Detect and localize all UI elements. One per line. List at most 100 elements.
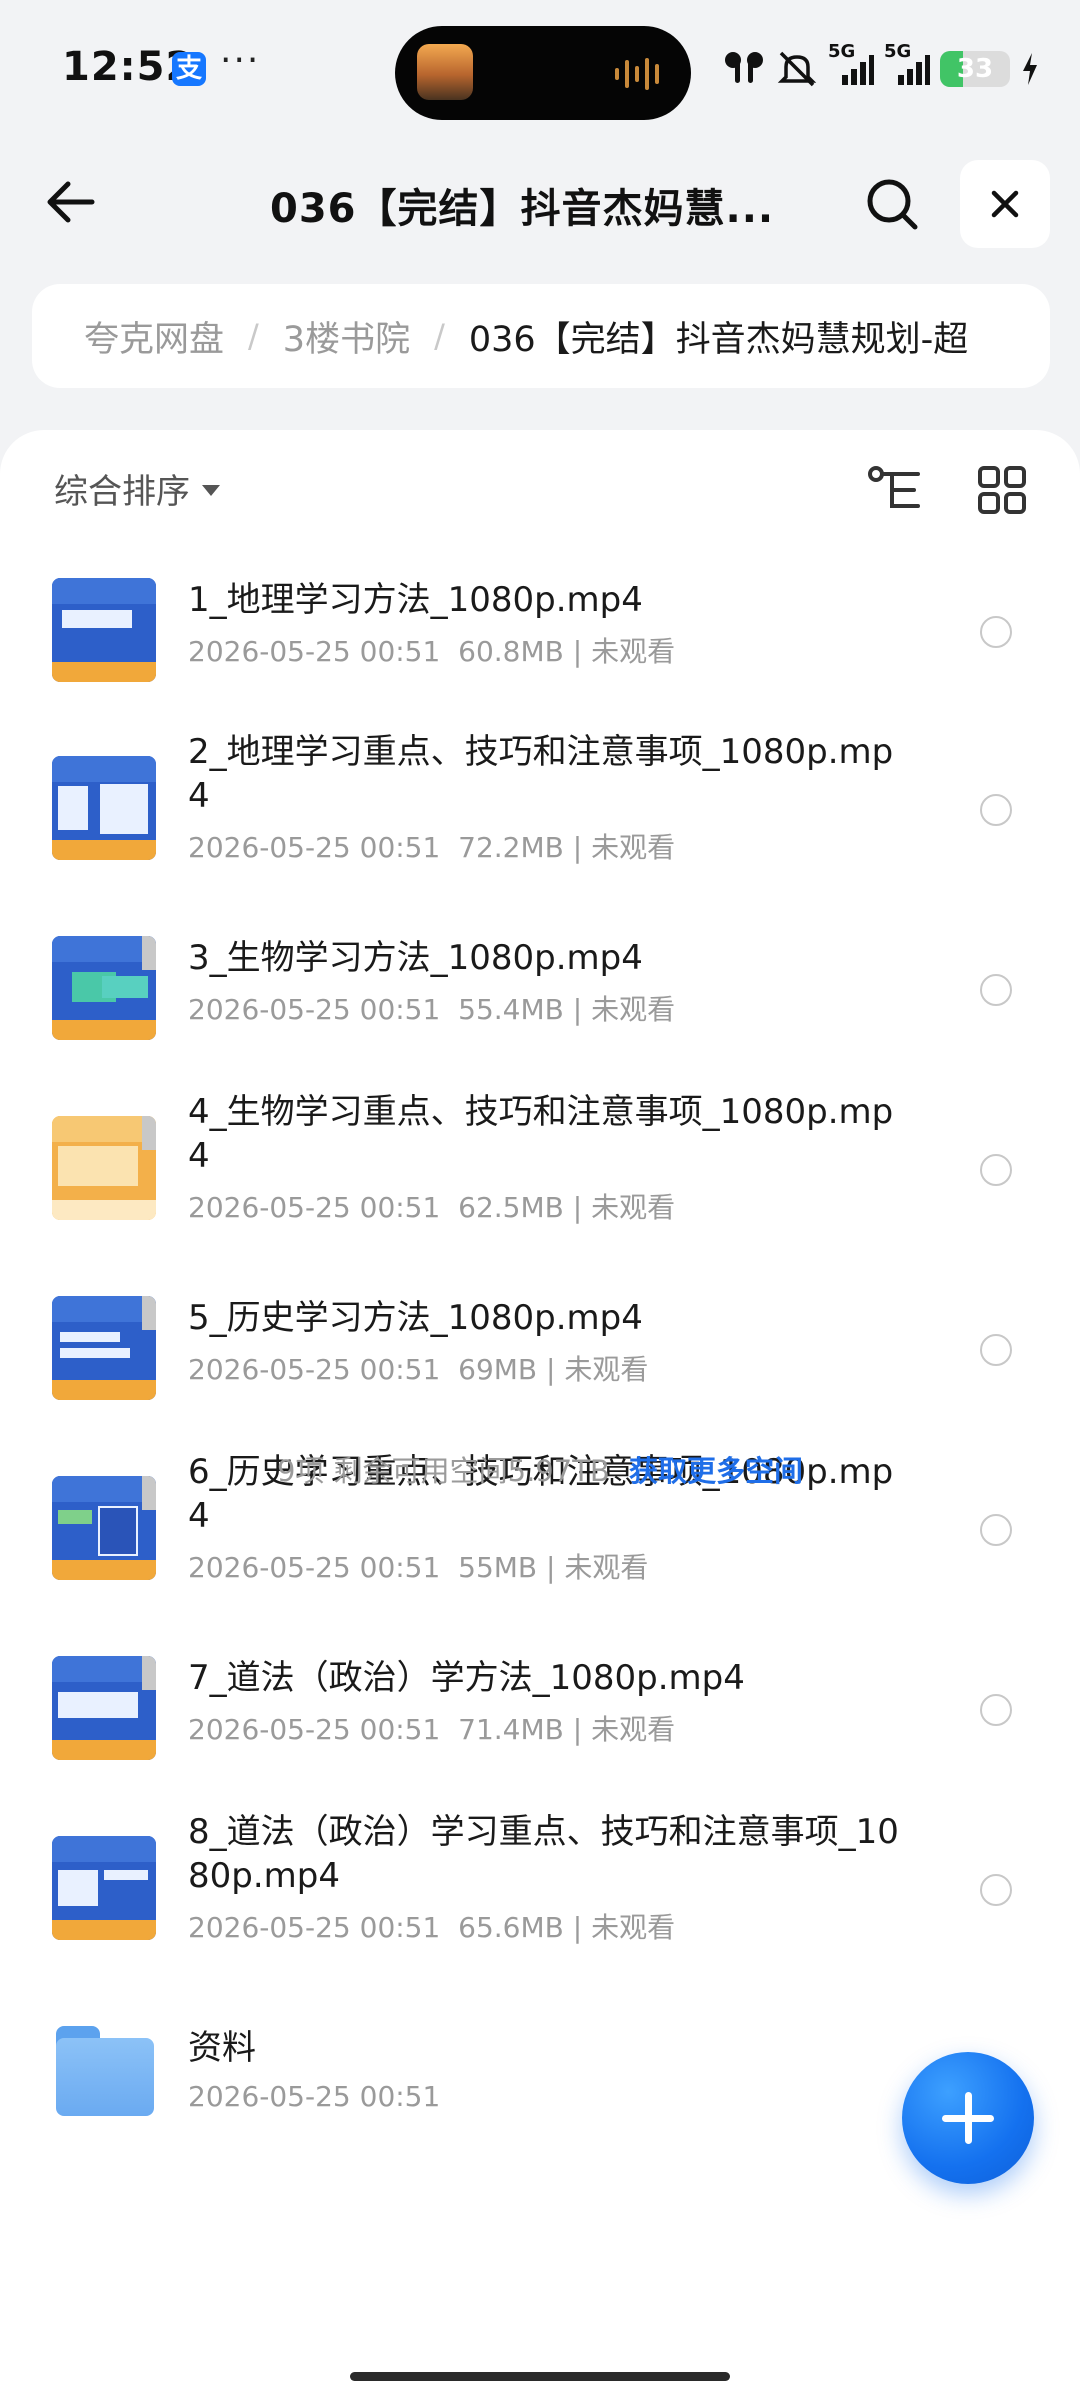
battery-icon: 33	[940, 51, 1010, 87]
file-meta: 2026-05-25 00:51 65.6MB | 未观看	[188, 1911, 676, 1944]
item-count-space: 9项 剩余可用空间5.97TB	[276, 1454, 610, 1488]
file-size: 55MB	[458, 1551, 538, 1584]
select-radio[interactable]	[980, 1154, 1012, 1186]
sort-dropdown[interactable]: 综合排序	[54, 464, 220, 513]
file-date: 2026-05-25 00:51	[188, 1191, 441, 1224]
status-icons: 5G 5G 33	[722, 41, 1040, 94]
watch-status: 未观看	[591, 1713, 676, 1746]
file-meta: 2026-05-25 00:51 69MB | 未观看	[188, 1353, 649, 1386]
file-size: 72.2MB	[458, 831, 564, 864]
file-name: 7_道法（政治）学方法_1080p.mp4	[188, 1658, 745, 1698]
file-meta: 2026-05-25 00:51 72.2MB | 未观看	[188, 831, 676, 864]
file-row[interactable]: 8_道法（政治）学习重点、技巧和注意事项_1080p.mp4 2026-05-2…	[0, 1810, 1080, 1980]
file-row[interactable]: 3_生物学习方法_1080p.mp4 2026-05-25 00:51 55.4…	[0, 920, 1080, 1070]
charging-icon	[1023, 53, 1037, 85]
file-row[interactable]: 2_地理学习重点、技巧和注意事项_1080p.mp4 2026-05-25 00…	[0, 730, 1080, 900]
file-size: 55.4MB	[458, 993, 564, 1026]
file-row[interactable]: 4_生物学习重点、技巧和注意事项_1080p.mp4 2026-05-25 00…	[0, 1090, 1080, 1260]
file-date: 2026-05-25 00:51	[188, 1551, 441, 1584]
plus-icon-vertical	[964, 2092, 972, 2144]
folder-name: 资料	[188, 2028, 256, 2068]
file-date: 2026-05-25 00:51	[188, 1713, 441, 1746]
watch-status: 未观看	[591, 1911, 676, 1944]
more-notifications-icon: ···	[220, 40, 261, 81]
close-button[interactable]	[960, 160, 1050, 248]
watch-status: 未观看	[591, 993, 676, 1026]
breadcrumb-item-current: 036【完结】抖音杰妈慧规划-超	[468, 319, 969, 360]
file-date: 2026-05-25 00:51	[188, 1911, 441, 1944]
video-thumbnail	[52, 578, 156, 682]
file-size: 60.8MB	[458, 635, 564, 668]
storage-summary: 9项 剩余可用空间5.97TB 获取更多空间	[0, 1448, 1080, 1490]
caret-down-icon	[202, 485, 220, 496]
breadcrumb: 夸克网盘 / 3楼书院 / 036【完结】抖音杰妈慧规划-超	[32, 284, 1050, 388]
status-bar: 12:52 支 ··· 5G 5G 33	[0, 0, 1080, 140]
folder-date: 2026-05-25 00:51	[188, 2080, 441, 2113]
file-meta: 2026-05-25 00:51 55.4MB | 未观看	[188, 993, 676, 1026]
folder-icon	[56, 2026, 154, 2116]
select-radio[interactable]	[980, 1334, 1012, 1366]
file-row[interactable]: 5_历史学习方法_1080p.mp4 2026-05-25 00:51 69MB…	[0, 1280, 1080, 1430]
video-thumbnail	[52, 756, 156, 860]
close-icon	[991, 190, 1019, 218]
search-button[interactable]	[862, 174, 922, 234]
select-radio[interactable]	[980, 1694, 1012, 1726]
select-radio[interactable]	[980, 974, 1012, 1006]
file-name: 5_历史学习方法_1080p.mp4	[188, 1298, 643, 1338]
file-name: 4_生物学习重点、技巧和注意事项_1080p.mp4	[188, 1092, 894, 1176]
file-row[interactable]: 7_道法（政治）学方法_1080p.mp4 2026-05-25 00:51 7…	[0, 1640, 1080, 1790]
file-size: 71.4MB	[458, 1713, 564, 1746]
select-radio[interactable]	[980, 794, 1012, 826]
video-thumbnail	[52, 1116, 156, 1220]
file-meta: 2026-05-25 00:51 62.5MB | 未观看	[188, 1191, 676, 1224]
breadcrumb-separator: /	[248, 317, 259, 355]
video-thumbnail	[52, 1836, 156, 1940]
file-name: 8_道法（政治）学习重点、技巧和注意事项_1080p.mp4	[188, 1812, 899, 1896]
watch-status: 未观看	[591, 831, 676, 864]
file-meta: 2026-05-25 00:51 60.8MB | 未观看	[188, 635, 676, 668]
back-button[interactable]	[40, 172, 100, 232]
file-date: 2026-05-25 00:51	[188, 831, 441, 864]
quark-drive-folder-page: 12:52 支 ··· 5G 5G 33 036【完结】抖音杰妈慧... 夸克网…	[0, 0, 1080, 2400]
video-thumbnail	[52, 1476, 156, 1580]
breadcrumb-item-parent[interactable]: 3楼书院	[283, 311, 410, 362]
mute-icon	[777, 51, 817, 87]
signal-2: 5G	[884, 41, 930, 89]
get-more-space-link[interactable]: 获取更多空间	[629, 1454, 803, 1488]
watch-status: 未观看	[591, 1191, 676, 1224]
file-date: 2026-05-25 00:51	[188, 993, 441, 1026]
file-meta: 2026-05-25 00:51 55MB | 未观看	[188, 1551, 649, 1584]
file-row[interactable]: 1_地理学习方法_1080p.mp4 2026-05-25 00:51 60.8…	[0, 558, 1080, 708]
battery-percent: 33	[956, 54, 994, 84]
search-icon	[867, 179, 918, 230]
select-radio[interactable]	[980, 1514, 1012, 1546]
dynamic-island[interactable]	[395, 26, 691, 120]
breadcrumb-separator: /	[434, 317, 445, 355]
file-meta: 2026-05-25 00:51 71.4MB | 未观看	[188, 1713, 676, 1746]
video-thumbnail	[52, 936, 156, 1040]
file-name: 1_地理学习方法_1080p.mp4	[188, 580, 643, 620]
network-type-1: 5G	[828, 41, 856, 62]
tree-view-icon[interactable]	[866, 460, 926, 520]
breadcrumb-item-root[interactable]: 夸克网盘	[84, 311, 224, 362]
file-size: 69MB	[458, 1353, 538, 1386]
select-radio[interactable]	[980, 1874, 1012, 1906]
audio-wave-icon	[615, 58, 659, 90]
video-thumbnail	[52, 1656, 156, 1760]
add-button[interactable]	[902, 2052, 1034, 2184]
signal-1: 5G	[828, 41, 874, 89]
file-date: 2026-05-25 00:51	[188, 1353, 441, 1386]
grid-view-icon[interactable]	[972, 460, 1032, 520]
back-arrow-icon	[47, 181, 95, 223]
sort-label: 综合排序	[54, 472, 190, 512]
video-thumbnail	[52, 1296, 156, 1400]
media-thumbnail-icon	[417, 44, 473, 100]
watch-status: 未观看	[564, 1551, 649, 1584]
select-radio[interactable]	[980, 616, 1012, 648]
watch-status: 未观看	[591, 635, 676, 668]
home-indicator[interactable]	[350, 2372, 730, 2381]
network-type-2: 5G	[884, 41, 912, 62]
file-date: 2026-05-25 00:51	[188, 635, 441, 668]
earbuds-icon	[725, 52, 763, 83]
file-name: 2_地理学习重点、技巧和注意事项_1080p.mp4	[188, 732, 894, 816]
